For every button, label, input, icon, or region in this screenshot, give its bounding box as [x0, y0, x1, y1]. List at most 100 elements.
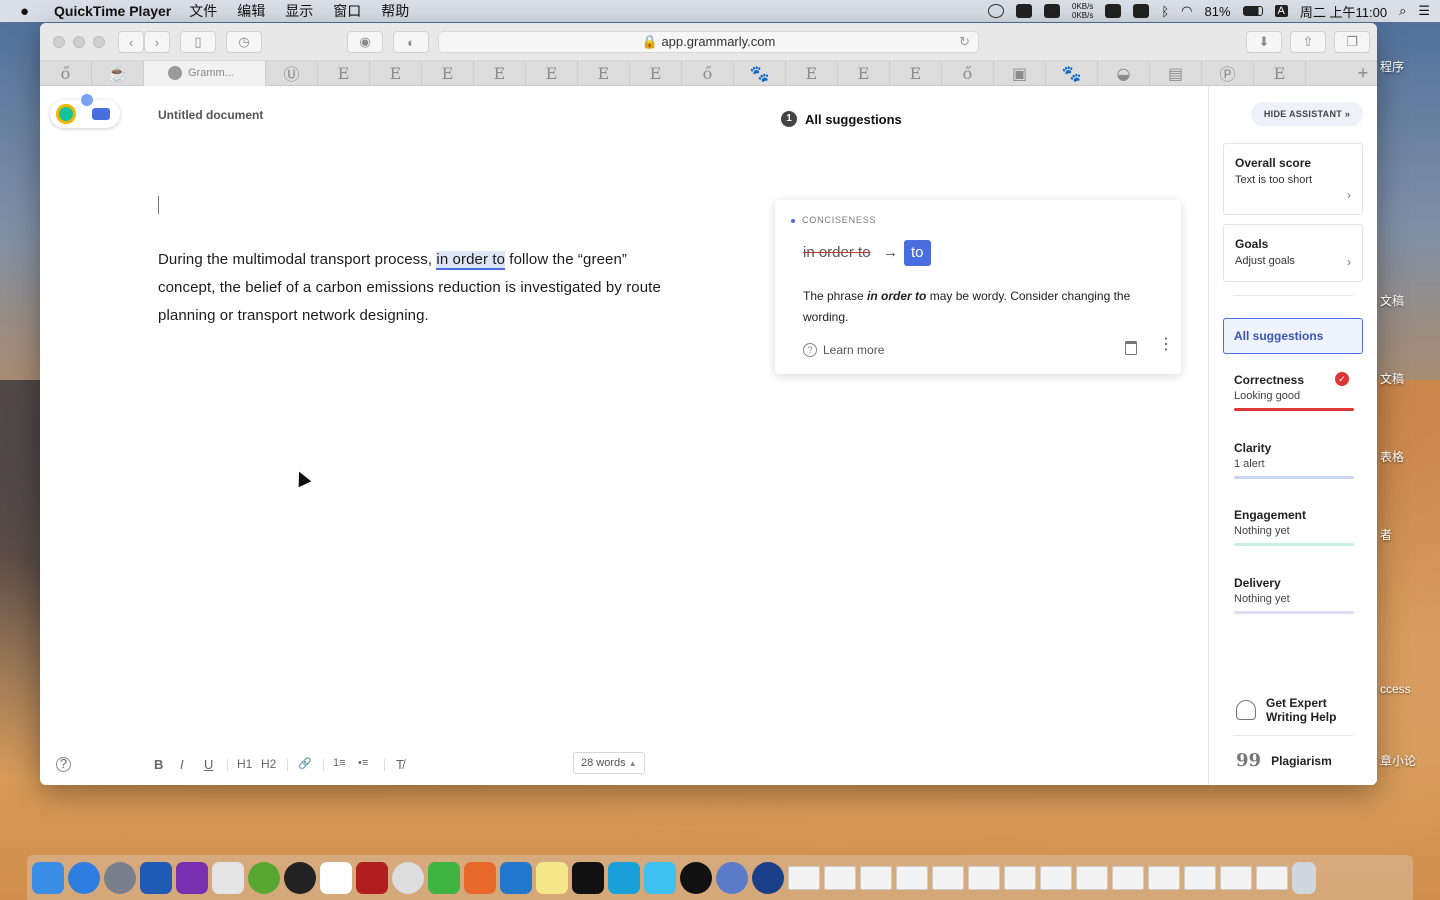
- goals-card[interactable]: Goals Adjust goals ›: [1223, 224, 1363, 282]
- spotlight-icon[interactable]: ⌕: [1399, 3, 1406, 19]
- activity-monitor-icon[interactable]: [572, 861, 604, 894]
- bullet-list-icon[interactable]: •≡: [358, 757, 368, 769]
- tab-22[interactable]: E: [1254, 60, 1306, 86]
- tab-16[interactable]: ő: [942, 60, 994, 86]
- menu-file[interactable]: 文件: [189, 1, 217, 21]
- zoom-window-button[interactable]: [93, 36, 105, 48]
- launchpad-icon[interactable]: [104, 861, 136, 894]
- minimized-window-thumbnail[interactable]: [860, 865, 892, 890]
- vscode-icon[interactable]: [500, 861, 532, 894]
- qq-icon[interactable]: [680, 861, 712, 894]
- ordered-list-icon[interactable]: 1≡: [333, 757, 346, 769]
- minimized-window-thumbnail[interactable]: [896, 865, 928, 890]
- close-window-button[interactable]: [53, 36, 65, 48]
- grammarly-extension-button[interactable]: ◉: [347, 31, 383, 53]
- tab-15[interactable]: E: [890, 60, 942, 86]
- category-engagement[interactable]: Engagement Nothing yet: [1234, 508, 1354, 546]
- tab-17[interactable]: ▣: [994, 60, 1046, 86]
- suggestion-card[interactable]: CONCISENESS in order to → to The phrase …: [775, 200, 1181, 374]
- desktop-label[interactable]: 章小论: [1380, 752, 1416, 769]
- qgis-icon[interactable]: [248, 861, 280, 894]
- trash-icon[interactable]: [1292, 861, 1316, 894]
- downloads-button[interactable]: ⬇: [1246, 31, 1282, 53]
- share-button[interactable]: ⇧: [1290, 31, 1326, 53]
- tab-1[interactable]: ő: [40, 60, 92, 86]
- tab-10[interactable]: E: [630, 60, 682, 86]
- minimized-window-thumbnail[interactable]: [1148, 865, 1180, 890]
- tab-21[interactable]: Ⓟ: [1202, 60, 1254, 86]
- minimized-window-thumbnail[interactable]: [1040, 865, 1072, 890]
- wechat-icon[interactable]: [1133, 4, 1150, 18]
- document-body[interactable]: During the multimodal transport process,…: [158, 246, 678, 330]
- record-icon[interactable]: [988, 4, 1004, 18]
- tab-18[interactable]: 🐾: [1046, 60, 1098, 86]
- highlighted-phrase[interactable]: in order to: [436, 251, 506, 270]
- mail-icon[interactable]: [608, 861, 640, 894]
- menu-edit[interactable]: 编辑: [237, 1, 265, 21]
- minimized-window-thumbnail[interactable]: [968, 865, 1000, 890]
- address-bar[interactable]: 🔒 app.grammarly.com ↻: [438, 31, 979, 53]
- notes-icon[interactable]: [536, 861, 568, 894]
- minimized-window-thumbnail[interactable]: [1112, 865, 1144, 890]
- sidebar-toggle-button[interactable]: ▯: [180, 31, 216, 53]
- heading2-button[interactable]: H2: [261, 757, 276, 771]
- category-delivery[interactable]: Delivery Nothing yet: [1234, 576, 1354, 614]
- minimized-window-thumbnail[interactable]: [1004, 865, 1036, 890]
- plagiarism-button[interactable]: 99 Plagiarism: [1236, 752, 1332, 770]
- clear-formatting-icon[interactable]: T̸: [396, 757, 404, 772]
- tab-9[interactable]: E: [578, 60, 630, 86]
- tab-11[interactable]: ő: [682, 60, 734, 86]
- grammarly-menu-button[interactable]: [50, 94, 120, 128]
- forward-button[interactable]: ›: [144, 31, 170, 53]
- menu-window[interactable]: 窗口: [333, 1, 361, 21]
- minimize-window-button[interactable]: [73, 36, 85, 48]
- desktop-label[interactable]: 文稿: [1380, 370, 1404, 387]
- new-tab-button[interactable]: +: [1353, 61, 1373, 86]
- battery-icon[interactable]: [1242, 6, 1263, 16]
- more-options-icon[interactable]: ⋮: [1158, 337, 1174, 353]
- tab-3[interactable]: Ⓤ: [266, 60, 318, 86]
- document-title[interactable]: Untitled document: [158, 108, 263, 122]
- heading1-button[interactable]: H1: [237, 757, 252, 771]
- minimized-window-thumbnail[interactable]: [932, 865, 964, 890]
- notification-center-icon[interactable]: ☰: [1418, 3, 1430, 19]
- app-name[interactable]: QuickTime Player: [54, 3, 171, 19]
- minimized-window-thumbnail[interactable]: [1220, 865, 1252, 890]
- learn-more-link[interactable]: ? Learn more: [803, 343, 884, 357]
- quicktime-icon[interactable]: [752, 861, 784, 894]
- minimized-window-thumbnail[interactable]: [1076, 865, 1108, 890]
- qq-icon[interactable]: [1016, 4, 1032, 18]
- desktop-label[interactable]: 表格: [1380, 448, 1404, 465]
- r-icon[interactable]: [716, 861, 748, 894]
- calendar-icon[interactable]: [320, 861, 352, 894]
- clock[interactable]: 周二 上午11:00: [1300, 2, 1387, 21]
- drive-icon[interactable]: [644, 861, 676, 894]
- input-method-icon[interactable]: A: [1274, 5, 1288, 17]
- apple-icon[interactable]: ●: [20, 3, 38, 20]
- wifi-icon[interactable]: ◠: [1181, 3, 1192, 19]
- tab-4[interactable]: E: [318, 60, 370, 86]
- history-button[interactable]: ◷: [226, 31, 262, 53]
- tab-20[interactable]: ▤: [1150, 60, 1202, 86]
- privacy-extension-button[interactable]: ◐: [393, 31, 429, 53]
- github-cat-icon[interactable]: [1044, 4, 1060, 18]
- tab-13[interactable]: E: [786, 60, 838, 86]
- desktop-label[interactable]: 文稿: [1380, 292, 1404, 309]
- wechat-icon[interactable]: [428, 861, 460, 894]
- tab-19[interactable]: ◒: [1098, 60, 1150, 86]
- desktop-label[interactable]: ccess: [1380, 682, 1411, 696]
- word-icon[interactable]: [140, 861, 172, 894]
- category-correctness[interactable]: Correctness Looking good ✓: [1234, 372, 1354, 411]
- tab-14[interactable]: E: [838, 60, 890, 86]
- minimized-window-thumbnail[interactable]: [1256, 865, 1288, 890]
- minimized-window-thumbnail[interactable]: [824, 865, 856, 890]
- tab-8[interactable]: E: [526, 60, 578, 86]
- desktop-label[interactable]: 者: [1380, 526, 1392, 543]
- link-icon[interactable]: 🔗: [298, 757, 312, 770]
- bluetooth-icon[interactable]: ᛒ: [1161, 4, 1169, 19]
- onenote-icon[interactable]: [176, 861, 208, 894]
- desktop-label[interactable]: 程序: [1380, 58, 1404, 75]
- tab-grammarly-active[interactable]: Gramm...: [144, 60, 266, 86]
- all-suggestions-filter[interactable]: All suggestions: [1223, 318, 1363, 354]
- accept-replacement-button[interactable]: to: [904, 240, 931, 266]
